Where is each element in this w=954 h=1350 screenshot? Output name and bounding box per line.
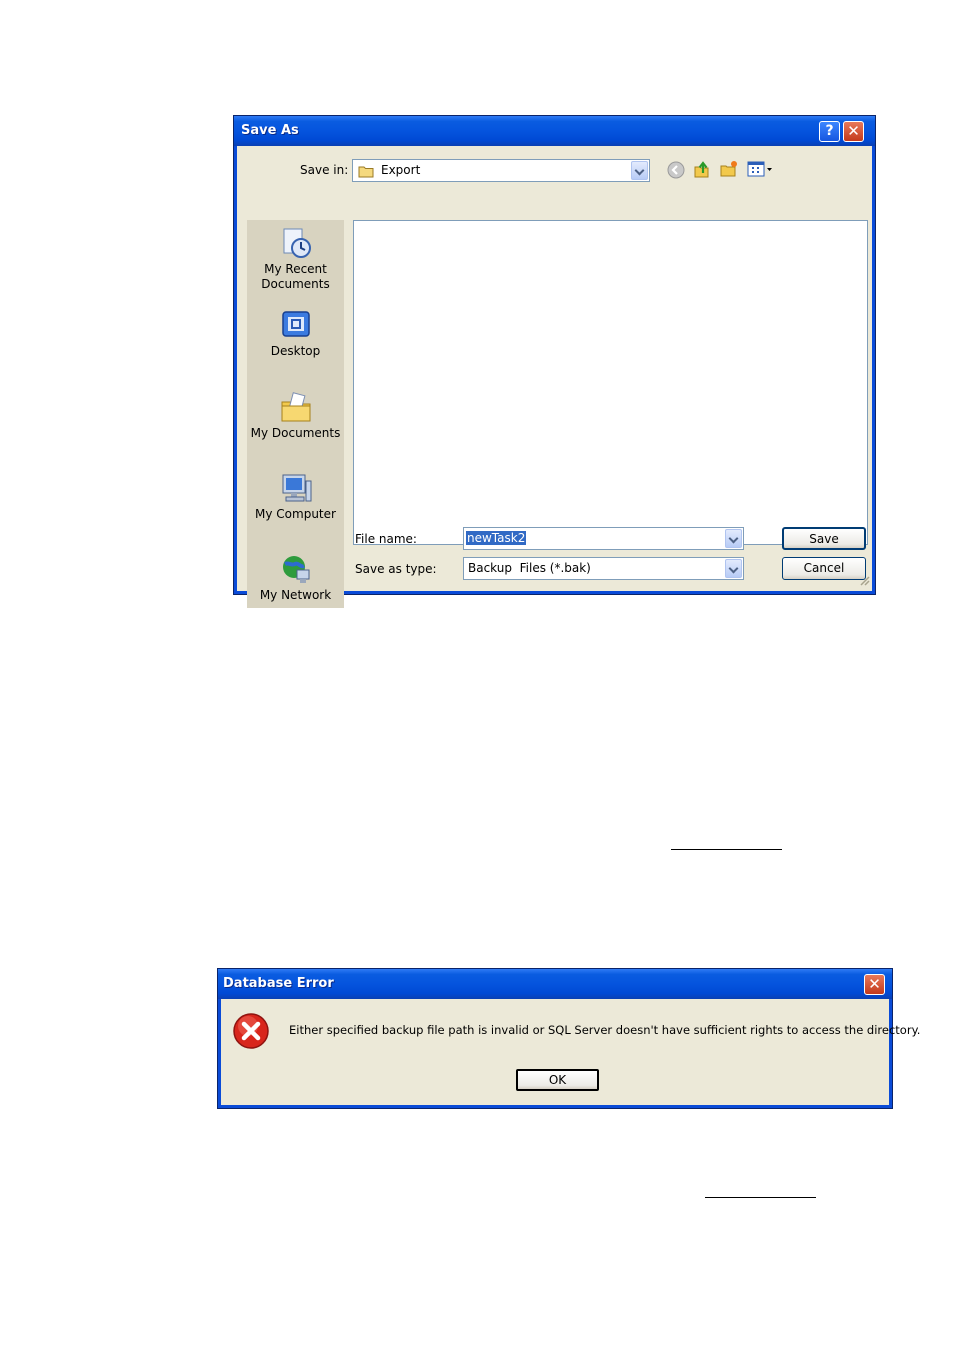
- link-underline: [671, 849, 782, 850]
- place-my-network[interactable]: My Network: [247, 552, 344, 603]
- place-label: Documents: [261, 277, 330, 291]
- database-error-title: Database Error: [223, 976, 334, 991]
- save-as-client: Save in: Export My Recent Documents Desk…: [237, 146, 872, 608]
- place-label: My Recent: [264, 262, 327, 276]
- desktop-icon: [279, 308, 313, 342]
- place-label: My Documents: [250, 426, 341, 440]
- ok-button[interactable]: OK: [516, 1069, 599, 1091]
- my-computer-icon: [279, 471, 313, 505]
- place-desktop[interactable]: Desktop: [247, 308, 344, 359]
- file-name-input[interactable]: newTask2: [466, 531, 527, 545]
- my-documents-icon: [279, 390, 313, 424]
- my-network-icon: [279, 552, 313, 586]
- place-my-documents[interactable]: My Documents: [247, 390, 344, 441]
- file-list[interactable]: [353, 220, 868, 545]
- database-error-dialog: Database Error ✕ Either specified backup…: [217, 968, 920, 1109]
- save-in-value: Export: [381, 163, 421, 177]
- save-in-label: Save in:: [300, 163, 349, 177]
- file-name-label: File name:: [355, 532, 417, 546]
- place-label: Desktop: [270, 344, 321, 358]
- places-bar: My Recent Documents Desktop My Documents: [247, 220, 344, 608]
- recent-documents-icon: [279, 226, 313, 260]
- place-my-recent-documents[interactable]: My Recent Documents: [247, 226, 344, 292]
- resize-grip-icon[interactable]: [858, 574, 870, 589]
- chevron-down-icon[interactable]: [725, 559, 742, 578]
- save-button[interactable]: Save: [782, 527, 866, 550]
- close-button[interactable]: ✕: [864, 974, 885, 995]
- save-as-titlebar[interactable]: Save As ? ✕: [234, 116, 875, 146]
- save-as-type-combo[interactable]: Backup Files (*.bak): [463, 557, 744, 580]
- new-folder-icon[interactable]: [719, 159, 739, 182]
- close-button[interactable]: ✕: [843, 121, 864, 142]
- chevron-down-icon[interactable]: [725, 529, 742, 548]
- link-underline: [705, 1197, 816, 1198]
- error-icon: [232, 1012, 270, 1053]
- save-as-title: Save As: [241, 123, 299, 138]
- folder-icon: [358, 165, 375, 181]
- file-name-combo[interactable]: newTask2: [463, 527, 744, 550]
- up-folder-icon[interactable]: [692, 159, 712, 182]
- database-error-titlebar[interactable]: Database Error ✕: [218, 969, 892, 999]
- database-error-client: Either specified backup file path is inv…: [221, 999, 920, 1105]
- views-menu-icon[interactable]: [747, 161, 775, 180]
- error-message: Either specified backup file path is inv…: [289, 1023, 921, 1037]
- save-as-type-value: Backup Files (*.bak): [468, 561, 591, 575]
- help-button[interactable]: ?: [819, 121, 840, 142]
- save-in-combo[interactable]: Export: [352, 159, 650, 182]
- save-as-type-label: Save as type:: [355, 562, 437, 576]
- cancel-button[interactable]: Cancel: [782, 557, 866, 580]
- chevron-down-icon[interactable]: [631, 161, 648, 180]
- place-label: My Network: [259, 588, 332, 602]
- place-my-computer[interactable]: My Computer: [247, 471, 344, 522]
- back-icon[interactable]: [667, 161, 685, 182]
- save-as-dialog: Save As ? ✕ Save in: Export My Recent Do…: [233, 115, 876, 608]
- place-label: My Computer: [255, 507, 336, 521]
